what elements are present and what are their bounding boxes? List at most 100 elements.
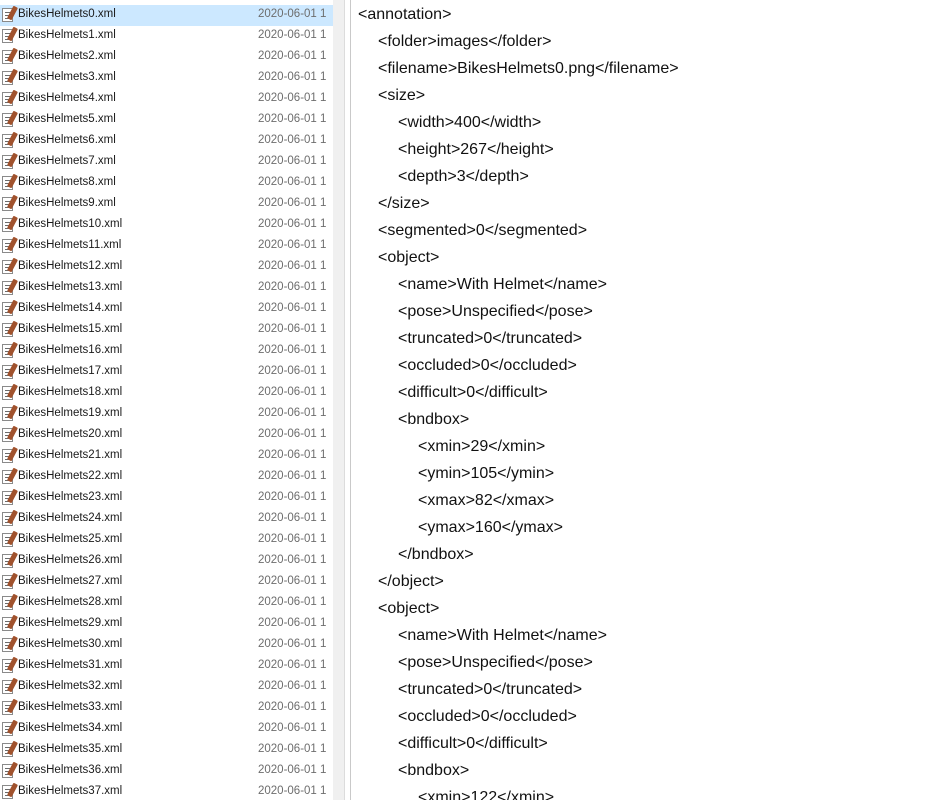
xml-file-icon	[2, 617, 13, 631]
file-name: BikesHelmets37.xml	[18, 785, 123, 797]
file-date: 2020-06-01 1	[258, 617, 327, 629]
xml-file-icon	[2, 344, 13, 358]
file-date: 2020-06-01 1	[258, 428, 327, 440]
xml-line: <difficult>0</difficult>	[398, 384, 548, 401]
file-list-item[interactable]: BikesHelmets21.xml 2020-06-01 1	[0, 446, 333, 467]
file-list-item[interactable]: BikesHelmets12.xml 2020-06-01 1	[0, 257, 333, 278]
xml-file-icon	[2, 50, 13, 64]
file-date: 2020-06-01 1	[258, 701, 327, 713]
xml-file-icon	[2, 260, 13, 274]
file-name: BikesHelmets35.xml	[18, 743, 123, 755]
xml-line: <segmented>0</segmented>	[378, 222, 588, 239]
file-list-item[interactable]: BikesHelmets0.xml 2020-06-01 1	[0, 5, 333, 26]
xml-line: <pose>Unspecified</pose>	[398, 654, 593, 671]
file-list-item[interactable]: BikesHelmets22.xml 2020-06-01 1	[0, 467, 333, 488]
file-date: 2020-06-01 1	[258, 8, 327, 20]
xml-line: </size>	[378, 195, 430, 212]
file-list-item[interactable]: BikesHelmets23.xml 2020-06-01 1	[0, 488, 333, 509]
file-list-item[interactable]: BikesHelmets14.xml 2020-06-01 1	[0, 299, 333, 320]
file-name: BikesHelmets7.xml	[18, 155, 116, 167]
file-name: BikesHelmets2.xml	[18, 50, 116, 62]
file-list-item[interactable]: BikesHelmets20.xml 2020-06-01 1	[0, 425, 333, 446]
file-date: 2020-06-01 1	[258, 680, 327, 692]
file-name: BikesHelmets17.xml	[18, 365, 123, 377]
xml-file-icon	[2, 764, 13, 778]
file-list-item[interactable]: BikesHelmets11.xml 2020-06-01 1	[0, 236, 333, 257]
file-list-item[interactable]: BikesHelmets6.xml 2020-06-01 1	[0, 131, 333, 152]
file-list-item[interactable]: BikesHelmets29.xml 2020-06-01 1	[0, 614, 333, 635]
file-list-item[interactable]: BikesHelmets33.xml 2020-06-01 1	[0, 698, 333, 719]
file-list-item[interactable]: BikesHelmets31.xml 2020-06-01 1	[0, 656, 333, 677]
xml-file-icon	[2, 575, 13, 589]
file-list-item[interactable]: BikesHelmets32.xml 2020-06-01 1	[0, 677, 333, 698]
pane-splitter[interactable]	[344, 0, 345, 800]
file-date: 2020-06-01 1	[258, 785, 327, 797]
xml-file-icon	[2, 71, 13, 85]
file-list-item[interactable]: BikesHelmets35.xml 2020-06-01 1	[0, 740, 333, 761]
xml-line: <xmax>82</xmax>	[418, 492, 555, 509]
xml-file-icon	[2, 386, 13, 400]
file-name: BikesHelmets4.xml	[18, 92, 116, 104]
file-list-item[interactable]: BikesHelmets28.xml 2020-06-01 1	[0, 593, 333, 614]
file-list-item[interactable]: BikesHelmets15.xml 2020-06-01 1	[0, 320, 333, 341]
file-list-item[interactable]: BikesHelmets36.xml 2020-06-01 1	[0, 761, 333, 782]
file-date: 2020-06-01 1	[258, 197, 327, 209]
file-list-item[interactable]: BikesHelmets13.xml 2020-06-01 1	[0, 278, 333, 299]
file-list-item[interactable]: BikesHelmets17.xml 2020-06-01 1	[0, 362, 333, 383]
file-list-item[interactable]: BikesHelmets37.xml 2020-06-01 1	[0, 782, 333, 800]
file-name: BikesHelmets8.xml	[18, 176, 116, 188]
file-date: 2020-06-01 1	[258, 533, 327, 545]
file-name: BikesHelmets23.xml	[18, 491, 123, 503]
file-list: BikesHelmets0.xml 2020-06-01 1 BikesHelmet…	[0, 5, 333, 800]
xml-line: <annotation>	[358, 6, 452, 23]
file-list-item[interactable]: BikesHelmets1.xml 2020-06-01 1	[0, 26, 333, 47]
file-list-item[interactable]: BikesHelmets5.xml 2020-06-01 1	[0, 110, 333, 131]
file-list-item[interactable]: BikesHelmets10.xml 2020-06-01 1	[0, 215, 333, 236]
file-list-item[interactable]: BikesHelmets25.xml 2020-06-01 1	[0, 530, 333, 551]
xml-file-icon	[2, 155, 13, 169]
xml-preview-text: <annotation> <folder>images</folder> <file…	[351, 1, 679, 800]
file-date: 2020-06-01 1	[258, 764, 327, 776]
file-list-item[interactable]: BikesHelmets4.xml 2020-06-01 1	[0, 89, 333, 110]
file-list-item[interactable]: BikesHelmets3.xml 2020-06-01 1	[0, 68, 333, 89]
xml-file-icon	[2, 512, 13, 526]
xml-line: <size>	[378, 87, 426, 104]
file-list-item[interactable]: BikesHelmets27.xml 2020-06-01 1	[0, 572, 333, 593]
file-name: BikesHelmets33.xml	[18, 701, 123, 713]
file-name: BikesHelmets27.xml	[18, 575, 123, 587]
file-name: BikesHelmets25.xml	[18, 533, 123, 545]
xml-line: <occluded>0</occluded>	[398, 357, 577, 374]
xml-line: <folder>images</folder>	[378, 33, 552, 50]
xml-line: <ymin>105</ymin>	[418, 465, 555, 482]
file-list-item[interactable]: BikesHelmets7.xml 2020-06-01 1	[0, 152, 333, 173]
file-name: BikesHelmets26.xml	[18, 554, 123, 566]
file-name: BikesHelmets6.xml	[18, 134, 116, 146]
xml-file-icon	[2, 491, 13, 505]
xml-file-icon	[2, 113, 13, 127]
file-date: 2020-06-01 1	[258, 260, 327, 272]
file-date: 2020-06-01 1	[258, 512, 327, 524]
file-list-item[interactable]: BikesHelmets16.xml 2020-06-01 1	[0, 341, 333, 362]
file-list-item[interactable]: BikesHelmets19.xml 2020-06-01 1	[0, 404, 333, 425]
xml-line: <name>With Helmet</name>	[398, 627, 607, 644]
xml-line: </bndbox>	[398, 546, 474, 563]
file-date: 2020-06-01 1	[258, 302, 327, 314]
file-name: BikesHelmets19.xml	[18, 407, 123, 419]
file-list-scrollbar[interactable]	[333, 0, 344, 800]
file-date: 2020-06-01 1	[258, 722, 327, 734]
file-list-item[interactable]: BikesHelmets9.xml 2020-06-01 1	[0, 194, 333, 215]
xml-file-icon	[2, 239, 13, 253]
file-list-item[interactable]: BikesHelmets34.xml 2020-06-01 1	[0, 719, 333, 740]
file-list-item[interactable]: BikesHelmets18.xml 2020-06-01 1	[0, 383, 333, 404]
file-date: 2020-06-01 1	[258, 71, 327, 83]
file-name: BikesHelmets9.xml	[18, 197, 116, 209]
file-list-item[interactable]: BikesHelmets26.xml 2020-06-01 1	[0, 551, 333, 572]
file-list-item[interactable]: BikesHelmets24.xml 2020-06-01 1	[0, 509, 333, 530]
file-date: 2020-06-01 1	[258, 449, 327, 461]
file-list-item[interactable]: BikesHelmets2.xml 2020-06-01 1	[0, 47, 333, 68]
xml-line: <ymax>160</ymax>	[418, 519, 563, 536]
file-list-item[interactable]: BikesHelmets30.xml 2020-06-01 1	[0, 635, 333, 656]
file-list-item[interactable]: BikesHelmets8.xml 2020-06-01 1	[0, 173, 333, 194]
file-date: 2020-06-01 1	[258, 407, 327, 419]
file-date: 2020-06-01 1	[258, 218, 327, 230]
